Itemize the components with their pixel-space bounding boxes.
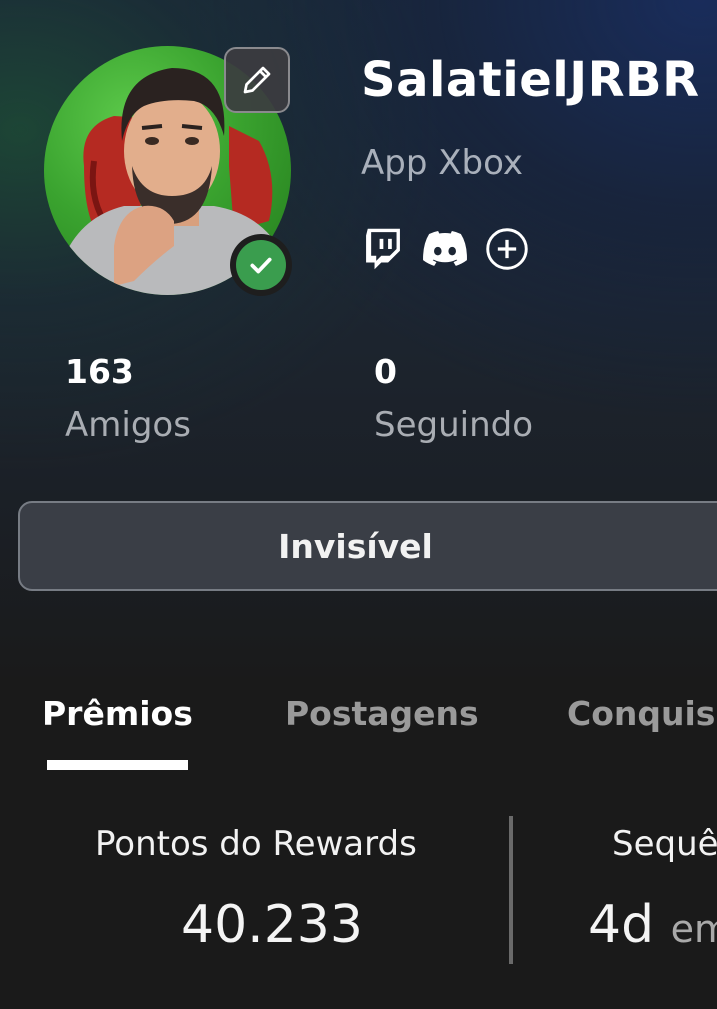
- streak-value-row: 4d em: [588, 895, 717, 955]
- profile-subtitle: App Xbox: [361, 143, 523, 183]
- streak-label: Sequê: [612, 824, 717, 864]
- rewards-points-value: 40.233: [181, 895, 363, 955]
- presence-status-label: Invisível: [278, 526, 433, 566]
- active-tab-indicator: [47, 760, 188, 770]
- username: SalatielJRBR: [361, 52, 700, 108]
- streak-value: 4d: [588, 895, 655, 955]
- friends-label[interactable]: Amigos: [65, 405, 191, 445]
- add-circle-icon[interactable]: [484, 226, 530, 272]
- following-label[interactable]: Seguindo: [374, 405, 533, 445]
- edit-profile-button[interactable]: [224, 47, 290, 113]
- rewards-divider: [509, 816, 513, 964]
- following-count[interactable]: 0: [374, 352, 397, 391]
- presence-status-button[interactable]: Invisível: [18, 501, 717, 591]
- rewards-points-label: Pontos do Rewards: [95, 824, 417, 864]
- discord-icon[interactable]: [421, 226, 469, 272]
- tab-conquistas[interactable]: Conquis: [567, 694, 715, 733]
- streak-unit: em: [670, 907, 717, 951]
- tab-premios[interactable]: Prêmios: [42, 694, 193, 733]
- pencil-icon: [243, 66, 271, 94]
- friends-count[interactable]: 163: [65, 352, 134, 391]
- twitch-icon[interactable]: [361, 226, 405, 272]
- check-icon: [250, 257, 272, 274]
- online-status-badge: [230, 234, 292, 296]
- tab-postagens[interactable]: Postagens: [285, 694, 479, 733]
